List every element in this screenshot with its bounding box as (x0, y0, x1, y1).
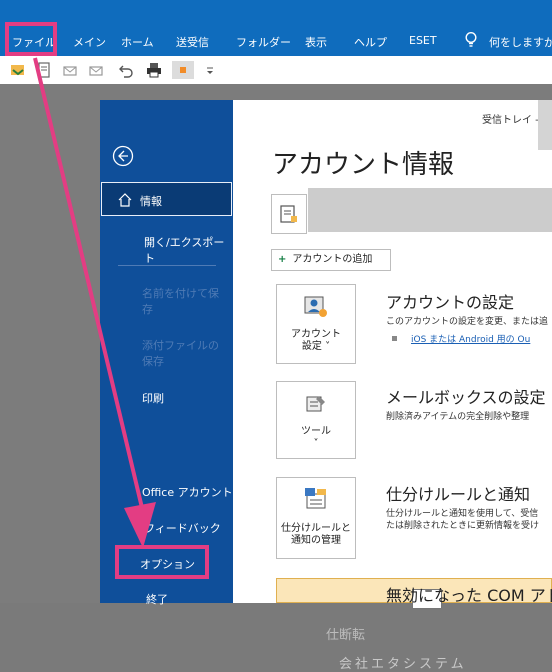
nav-open-export[interactable]: 開く/エクスポート (144, 234, 233, 266)
tab-main[interactable]: メイン (73, 34, 106, 50)
account-file-icon (280, 205, 297, 223)
bullet-icon (392, 336, 397, 341)
rules-alerts-desc-2: たは削除されたときに更新情報を受け (386, 521, 540, 531)
manage-rules-button[interactable]: 仕分けルールと 通知の管理 (276, 477, 356, 559)
backstage-nav: 情報 開く/エクスポート 名前を付けて保存 添付ファイルの保存 印刷 Offic… (100, 100, 233, 606)
print-icon[interactable] (146, 62, 162, 78)
forward-mail-icon[interactable] (88, 62, 104, 78)
mailbox-settings-title: メールボックスの設定 (386, 388, 546, 407)
document-icon[interactable] (36, 62, 52, 78)
rules-alerts-icon (305, 488, 326, 509)
undo-icon[interactable] (118, 62, 134, 78)
account-settings-desc: このアカウントの設定を変更、または追 (386, 317, 549, 327)
back-arrow-icon[interactable] (112, 145, 134, 167)
tell-me-search[interactable]: 何をしますか (489, 34, 552, 50)
lightbulb-icon[interactable] (463, 31, 479, 49)
nav-save-as: 名前を付けて保存 (142, 287, 219, 316)
nav-print[interactable]: 印刷 (142, 390, 164, 406)
manage-rules-label: 仕分けルールと 通知の管理 (281, 523, 351, 546)
tab-view[interactable]: 表示 (305, 34, 327, 50)
account-settings-button[interactable]: アカウント 設定 ˅ (276, 284, 356, 364)
add-account-button[interactable]: + アカウントの追加 (271, 249, 391, 271)
orange-dot-icon (180, 67, 186, 73)
tab-eset[interactable]: ESET (409, 34, 437, 47)
tools-icon (306, 396, 325, 412)
nav-info-label: 情報 (140, 195, 162, 208)
tools-label: ツール ˅ (301, 426, 331, 449)
breadcrumb-scroll-bar (538, 100, 552, 150)
color-swatch-button[interactable] (172, 61, 194, 79)
mailbox-settings-desc: 削除済みアイテムの完全削除や整理 (386, 412, 530, 422)
account-dropdown[interactable] (308, 188, 552, 232)
home-icon (118, 193, 132, 207)
inbox-breadcrumb: 受信トレイ - (482, 115, 539, 126)
chevron-down-icon[interactable] (202, 62, 218, 78)
page-title: アカウント情報 (272, 150, 455, 180)
nav-office-account[interactable]: Office アカウント (142, 484, 233, 500)
backstage-view: 情報 開く/エクスポート 名前を付けて保存 添付ファイルの保存 印刷 Offic… (100, 100, 552, 672)
mobile-app-link[interactable]: iOS または Android 用の Ou (411, 332, 530, 345)
com-addins-title: 無効になった COM アド (386, 586, 552, 605)
plus-icon: + (278, 254, 287, 265)
nav-save-attachments: 添付ファイルの保存 (142, 339, 219, 368)
tab-help[interactable]: ヘルプ (354, 34, 387, 50)
watermark-text-2: 会社エタシステム (339, 657, 467, 672)
send-receive-icon[interactable] (10, 62, 26, 78)
tools-button[interactable]: ツール ˅ (276, 381, 356, 459)
quick-access-toolbar (0, 56, 552, 85)
tab-home[interactable]: ホーム (121, 34, 154, 50)
tab-folder[interactable]: フォルダー (236, 34, 291, 50)
tab-send-receive[interactable]: 送受信 (176, 34, 209, 50)
file-tab-highlight (5, 22, 57, 56)
nav-feedback[interactable]: フィードバック (144, 520, 221, 536)
watermark-text-1: 仕断転 (326, 628, 366, 643)
options-highlight (115, 545, 209, 579)
nav-divider (118, 265, 216, 266)
nav-exit[interactable]: 終了 (146, 591, 168, 607)
reply-mail-icon[interactable] (62, 62, 78, 78)
com-addins-banner: 無効になった COM アド (276, 578, 552, 609)
nav-info[interactable]: 情報 (101, 182, 232, 216)
account-selector-button[interactable] (271, 194, 307, 234)
rules-alerts-title: 仕分けルールと通知 (386, 485, 531, 504)
account-settings-title: アカウントの設定 (386, 293, 515, 312)
add-account-label: アカウントの追加 (292, 254, 373, 265)
account-settings-label: アカウント 設定 ˅ (291, 329, 341, 352)
ribbon-tab-bar: ファイル メイン ホーム 送受信 フォルダー 表示 ヘルプ ESET 何をします… (0, 0, 552, 56)
account-settings-icon (304, 296, 327, 317)
